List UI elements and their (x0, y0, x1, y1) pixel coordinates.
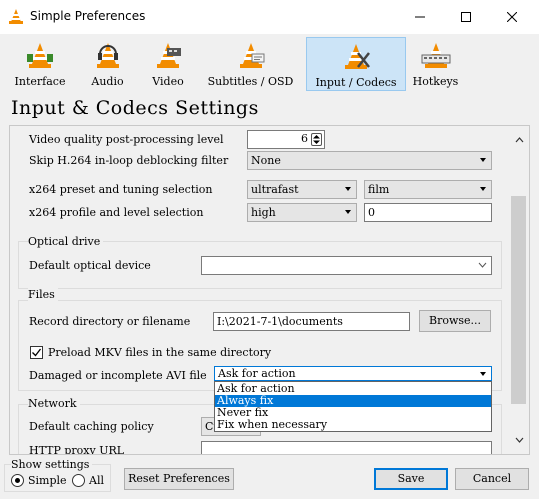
optical-device-label: Default optical device (29, 259, 151, 272)
x264-tune-value: film (368, 183, 390, 196)
tab-hotkeys[interactable]: Hotkeys (408, 37, 463, 91)
show-settings-title: Show settings (11, 458, 93, 471)
chevron-down-icon (480, 158, 486, 162)
http-proxy-field[interactable] (201, 441, 492, 454)
chevron-down-icon (480, 187, 486, 191)
cancel-button[interactable]: Cancel (455, 468, 529, 490)
reset-preferences-button[interactable]: Reset Preferences (124, 468, 234, 490)
tab-hotkeys-label: Hotkeys (412, 75, 459, 88)
x264-profile-select[interactable]: high (247, 203, 357, 222)
x264-preset-value: ultrafast (251, 183, 299, 196)
chevron-down-icon (345, 210, 351, 214)
optical-device-select[interactable] (201, 256, 492, 275)
x264-profile-label: x264 profile and level selection (29, 206, 204, 219)
tab-input-codecs[interactable]: Input / Codecs (306, 37, 406, 91)
window-title: Simple Preferences (30, 9, 146, 23)
input-codecs-cone-icon (341, 41, 371, 74)
tab-audio-label: Audio (91, 75, 124, 88)
tab-interface[interactable]: Interface (5, 37, 75, 91)
interface-cone-icon (25, 40, 55, 73)
all-radio[interactable] (72, 474, 85, 487)
minimize-button[interactable] (397, 0, 443, 34)
avi-option-fix-when-necessary[interactable]: Fix when necessary (215, 419, 491, 431)
tab-subtitles-osd[interactable]: Subtitles / OSD (203, 37, 298, 91)
settings-scrollbar[interactable] (509, 126, 529, 454)
check-icon (32, 348, 42, 357)
files-title: Files (28, 288, 58, 301)
tab-video-label: Video (152, 75, 184, 88)
preload-mkv-label: Preload MKV files in the same directory (48, 346, 272, 359)
bottom-bar: Show settings Simple All Reset Preferenc… (0, 455, 539, 499)
avi-damaged-label: Damaged or incomplete AVI file (29, 369, 207, 382)
x264-preset-select[interactable]: ultrafast (247, 180, 357, 199)
avi-options-dropdown: Ask for action Always fix Never fix Fix … (214, 381, 492, 432)
scroll-up-icon[interactable] (509, 132, 529, 148)
title-bar: Simple Preferences (0, 0, 539, 34)
tab-audio[interactable]: Audio (80, 37, 135, 91)
video-cone-icon (153, 40, 183, 73)
chevron-down-icon (480, 372, 486, 376)
tab-subtitles-osd-label: Subtitles / OSD (207, 75, 294, 88)
skip-h264-label: Skip H.264 in-loop deblocking filter (29, 154, 229, 167)
spin-arrows-icon[interactable] (311, 133, 322, 146)
subtitles-cone-icon (236, 40, 266, 73)
page-title: Input & Codecs Settings (11, 97, 259, 119)
chevron-down-icon (345, 187, 351, 191)
preferences-toolbar: Interface Audio Video Subtitles / OSD In… (0, 34, 539, 92)
preload-mkv-checkbox[interactable] (30, 346, 43, 359)
pp-level-label: Video quality post-processing level (29, 133, 224, 146)
x264-profile-value: high (251, 206, 276, 219)
record-directory-label: Record directory or filename (29, 315, 191, 328)
scrollbar-thumb[interactable] (511, 196, 526, 404)
skip-h264-select[interactable]: None (247, 151, 492, 170)
audio-cone-icon (93, 40, 123, 73)
all-radio-label: All (89, 474, 104, 487)
chevron-down-icon (478, 259, 487, 276)
avi-damaged-value: Ask for action (218, 367, 296, 380)
record-directory-field[interactable]: I:\2021-7-1\documents (213, 312, 410, 331)
avi-damaged-select[interactable]: Ask for action (214, 366, 492, 381)
http-proxy-label: HTTP proxy URL (29, 444, 125, 455)
tab-input-codecs-label: Input / Codecs (315, 76, 397, 89)
skip-h264-value: None (251, 154, 281, 167)
tab-video[interactable]: Video (143, 37, 193, 91)
hotkeys-cone-icon (421, 40, 451, 73)
close-button[interactable] (489, 0, 535, 34)
maximize-button[interactable] (443, 0, 489, 34)
tab-interface-label: Interface (14, 75, 66, 88)
network-title: Network (28, 397, 80, 410)
simple-radio-label: Simple (28, 474, 67, 487)
pp-level-spinbox[interactable]: 6 (247, 130, 325, 149)
x264-level-field[interactable]: 0 (364, 203, 492, 222)
save-button[interactable]: Save (374, 468, 448, 490)
simple-radio[interactable] (11, 474, 24, 487)
caching-policy-label: Default caching policy (29, 420, 154, 433)
vlc-cone-icon (9, 9, 23, 27)
pp-level-value: 6 (301, 132, 308, 145)
scroll-down-icon[interactable] (509, 432, 529, 448)
x264-tune-select[interactable]: film (364, 180, 492, 199)
x264-preset-label: x264 preset and tuning selection (29, 183, 213, 196)
browse-button[interactable]: Browse... (419, 310, 491, 332)
optical-drive-title: Optical drive (28, 235, 104, 248)
